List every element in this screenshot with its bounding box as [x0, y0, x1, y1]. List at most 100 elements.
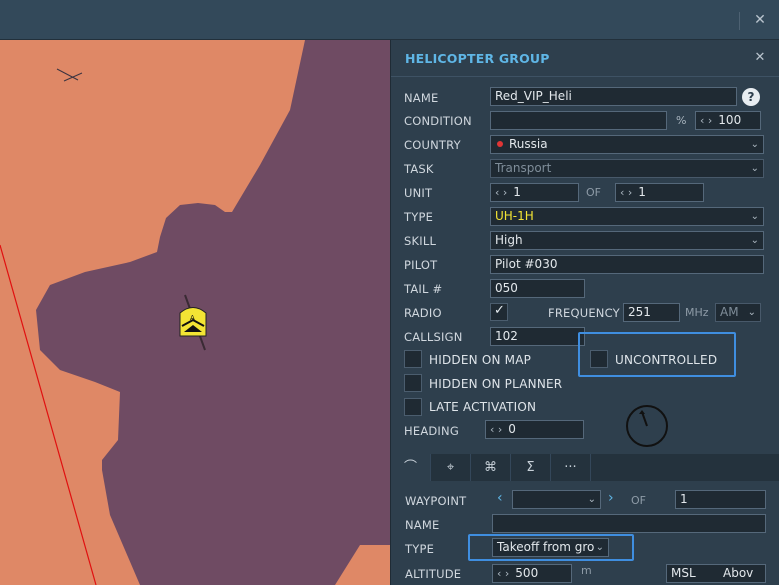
nodes-icon: ⌘ — [484, 460, 497, 475]
altitude-value: 500 — [515, 566, 539, 580]
heading-label: HEADING — [404, 424, 459, 438]
skill-value: High — [495, 233, 523, 247]
skill-select[interactable]: High ⌄ — [490, 231, 764, 250]
stepper-arrows-icon[interactable]: ‹ › — [620, 186, 632, 199]
altitude-ref-value: MSL — [671, 566, 696, 580]
chevron-down-icon: ⌄ — [750, 139, 759, 150]
chevron-down-icon: ⌄ — [587, 494, 596, 505]
chevron-down-icon: ⌄ — [750, 163, 759, 174]
waypoint-prev-icon[interactable]: ‹ — [497, 490, 503, 506]
stepper-arrows-icon[interactable]: ‹ › — [700, 114, 712, 127]
modulation-value: AM — [720, 305, 739, 319]
task-value: Transport — [495, 161, 552, 175]
altitude-mode-value: Abov — [723, 566, 754, 580]
late-activation-label: LATE ACTIVATION — [429, 400, 537, 414]
chevron-down-icon: ⌄ — [747, 307, 756, 318]
waypoint-next-icon[interactable]: › — [608, 490, 614, 506]
altitude-label: ALTITUDE — [405, 567, 462, 581]
tab-route[interactable]: ⌒ — [391, 454, 431, 481]
altitude-reference-select[interactable]: MSL Abov — [666, 564, 766, 583]
tail-label: TAIL # — [404, 282, 443, 296]
waypoint-select[interactable]: ⌄ — [512, 490, 601, 509]
compass-needle-icon — [639, 410, 648, 427]
help-icon[interactable]: ? — [742, 88, 760, 106]
type-value: UH-1H — [495, 209, 534, 223]
top-bar-separator — [739, 12, 740, 30]
radio-checkbox[interactable]: ✓ — [490, 303, 508, 321]
unit-stepper[interactable]: ‹ › 1 — [490, 183, 579, 202]
chevron-down-icon: ⌄ — [750, 235, 759, 246]
waypoint-type-select[interactable]: Takeoff from gro ⌄ — [492, 538, 609, 557]
more-icon: ··· — [564, 460, 577, 475]
hidden-on-planner-label: HIDDEN ON PLANNER — [429, 377, 563, 391]
tab-target[interactable]: ⌖ — [431, 454, 471, 481]
stepper-arrows-icon[interactable]: ‹ › — [490, 423, 502, 436]
unit-of-label: OF — [586, 186, 601, 199]
waypoint-name-label: NAME — [405, 518, 440, 532]
condition-percent-stepper[interactable]: ‹ › 100 — [695, 111, 761, 130]
hidden-on-planner-checkbox[interactable] — [404, 374, 422, 392]
country-value: Russia — [509, 137, 548, 151]
pilot-label: PILOT — [404, 258, 438, 272]
heading-stepper[interactable]: ‹ › 0 — [485, 420, 584, 439]
waypoint-type-label: TYPE — [405, 542, 435, 556]
zone-polygon — [36, 40, 390, 585]
radio-label: RADIO — [404, 306, 442, 320]
map-canvas: A — [0, 40, 390, 585]
waypoint-type-value: Takeoff from gro — [497, 540, 595, 554]
frequency-unit: MHz — [685, 306, 709, 319]
unit-label: UNIT — [404, 186, 433, 200]
waypoint-name-input[interactable] — [492, 514, 766, 533]
check-icon: ✓ — [494, 303, 505, 318]
panel-close-icon[interactable]: ✕ — [753, 50, 767, 66]
frequency-input[interactable]: 251 — [623, 303, 680, 322]
stepper-arrows-icon[interactable]: ‹ › — [495, 186, 507, 199]
modulation-select[interactable]: AM ⌄ — [715, 303, 761, 322]
chevron-down-icon: ⌄ — [750, 211, 759, 222]
window-close-icon[interactable]: ✕ — [750, 10, 770, 30]
callsign-input[interactable]: 102 — [490, 327, 585, 346]
country-label: COUNTRY — [404, 138, 461, 152]
condition-input[interactable] — [490, 111, 667, 130]
target-icon: ⌖ — [446, 460, 455, 475]
waypoint-of-label: OF — [631, 494, 646, 507]
name-label: NAME — [404, 91, 439, 105]
pilot-input[interactable]: Pilot #030 — [490, 255, 764, 274]
type-select[interactable]: UH-1H ⌄ — [490, 207, 764, 226]
task-label: TASK — [404, 162, 434, 176]
late-activation-checkbox[interactable] — [404, 398, 422, 416]
heading-value: 0 — [508, 422, 516, 436]
altitude-stepper[interactable]: ‹ › 500 — [492, 564, 572, 583]
country-select[interactable]: Russia ⌄ — [490, 135, 764, 154]
callsign-label: CALLSIGN — [404, 330, 463, 344]
unit-marker-label: A — [190, 314, 195, 322]
name-input[interactable]: Red_VIP_Heli — [490, 87, 737, 106]
stepper-arrows-icon[interactable]: ‹ › — [497, 567, 509, 580]
uncontrolled-label: UNCONTROLLED — [615, 353, 718, 367]
task-select[interactable]: Transport ⌄ — [490, 159, 764, 178]
helicopter-group-panel: HELICOPTER GROUP ✕ NAME Red_VIP_Heli ? C… — [390, 40, 779, 585]
map-feature-marker — [56, 68, 83, 82]
country-flag-icon — [497, 141, 503, 147]
unit-total-value: 1 — [638, 185, 646, 199]
unit-total-stepper[interactable]: ‹ › 1 — [615, 183, 704, 202]
unit-value: 1 — [513, 185, 521, 199]
type-label: TYPE — [404, 210, 434, 224]
top-bar: ✕ — [0, 0, 779, 40]
condition-percent-value: 100 — [718, 113, 742, 127]
waypoint-total-input[interactable]: 1 — [675, 490, 766, 509]
heading-compass[interactable] — [626, 405, 668, 447]
tab-summary[interactable]: Σ — [511, 454, 551, 481]
panel-title: HELICOPTER GROUP — [405, 51, 550, 66]
map-view[interactable]: A — [0, 40, 390, 585]
hidden-on-map-checkbox[interactable] — [404, 350, 422, 368]
tab-more[interactable]: ··· — [551, 454, 591, 481]
hidden-on-map-label: HIDDEN ON MAP — [429, 353, 532, 367]
sigma-icon: Σ — [526, 460, 535, 475]
uncontrolled-checkbox[interactable] — [590, 350, 608, 368]
panel-divider — [391, 76, 779, 77]
tail-input[interactable]: 050 — [490, 279, 585, 298]
chevron-down-icon: ⌄ — [595, 539, 604, 556]
condition-label: CONDITION — [404, 114, 472, 128]
tab-nodes[interactable]: ⌘ — [471, 454, 511, 481]
